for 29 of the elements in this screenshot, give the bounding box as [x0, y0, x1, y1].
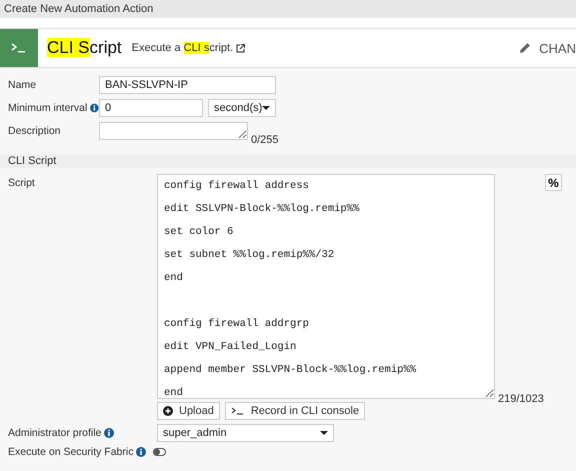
action-description: Execute a CLI script.	[132, 42, 234, 54]
info-icon	[136, 447, 146, 457]
field-label: Description	[8, 125, 61, 137]
admin-profile-dropdown[interactable]: super_admin	[157, 424, 334, 442]
field-label: Minimum interval	[8, 102, 88, 114]
record-button[interactable]: Record in CLI console	[224, 402, 366, 420]
script-editor[interactable]: config firewall address edit SSLVPN-Block-%%log.remip%% set color 6 set subnet %%log.remip%%/32 end config firewall addrgrp edit VPN_Failed_Login append member SSLVPN-Block-%%log.remip%% end	[157, 174, 495, 399]
unit-dropdown[interactable]: second(s)	[208, 99, 276, 117]
name-field[interactable]: BAN-SSLVPN-IP	[99, 76, 276, 94]
action-title: CLI Script	[47, 38, 122, 58]
window-title: Create New Automation Action	[4, 3, 154, 15]
field-label: Execute on Security Fabric	[8, 446, 134, 458]
insert-variable-button[interactable]: %	[545, 174, 562, 191]
info-icon	[104, 428, 114, 438]
upload-button[interactable]: Upload	[157, 402, 220, 420]
pencil-icon	[519, 42, 532, 54]
external-link-icon[interactable]	[236, 44, 246, 52]
section-title: CLI Script	[8, 155, 56, 167]
interval-field[interactable]: 0	[99, 99, 203, 117]
field-label: Script	[8, 177, 35, 189]
character-counter: 0/255	[251, 134, 279, 146]
field-label: Administrator profile	[8, 427, 102, 439]
field-label: Name	[8, 79, 36, 91]
plus-circle-icon	[163, 406, 173, 416]
terminal-icon	[230, 407, 245, 415]
change-button[interactable]: CHAN	[519, 40, 576, 56]
toggle-switch[interactable]	[153, 448, 166, 456]
character-counter: 219/1023	[498, 393, 544, 405]
description-field[interactable]	[99, 122, 248, 140]
